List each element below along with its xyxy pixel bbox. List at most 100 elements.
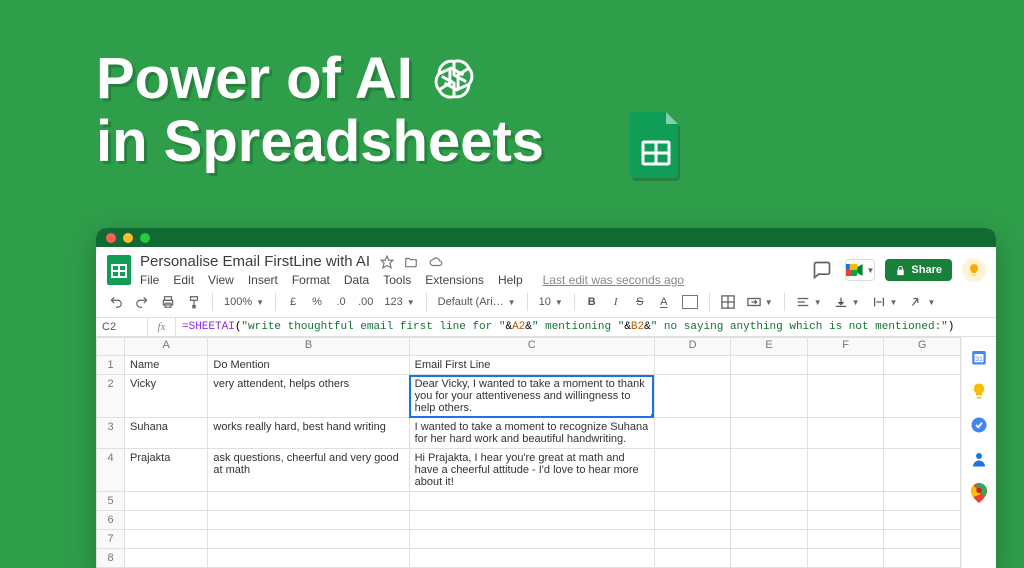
cell[interactable] <box>654 530 731 549</box>
cell[interactable] <box>654 492 731 511</box>
cell[interactable] <box>807 492 884 511</box>
cell[interactable] <box>884 511 961 530</box>
cell[interactable] <box>654 356 731 375</box>
row-header[interactable]: 3 <box>97 418 125 449</box>
name-box[interactable]: C2 <box>96 318 148 336</box>
cell[interactable] <box>409 549 654 568</box>
cell[interactable] <box>208 511 409 530</box>
menu-extensions[interactable]: Extensions <box>425 273 484 287</box>
select-all-corner[interactable] <box>97 338 125 356</box>
contacts-addon-icon[interactable] <box>969 449 989 469</box>
cell[interactable] <box>654 511 731 530</box>
cell[interactable] <box>807 449 884 492</box>
cell[interactable] <box>731 418 808 449</box>
keep-addon-icon[interactable] <box>969 381 989 401</box>
col-header-F[interactable]: F <box>807 338 884 356</box>
share-button[interactable]: Share <box>885 259 952 281</box>
cell[interactable] <box>654 549 731 568</box>
text-rotation-button[interactable]: ▼ <box>906 291 938 313</box>
col-header-E[interactable]: E <box>731 338 808 356</box>
cloud-status-icon[interactable] <box>428 255 444 269</box>
font-family-select[interactable]: Default (Ari…▼ <box>435 291 519 313</box>
borders-button[interactable] <box>718 291 738 313</box>
menu-view[interactable]: View <box>208 273 234 287</box>
cell[interactable] <box>125 549 208 568</box>
cell[interactable] <box>807 530 884 549</box>
cell[interactable]: Hi Prajakta, I hear you're great at math… <box>409 449 654 492</box>
meet-button[interactable]: ▼ <box>845 259 875 281</box>
cell[interactable] <box>409 492 654 511</box>
cell[interactable]: ask questions, cheerful and very good at… <box>208 449 409 492</box>
format-percent-button[interactable]: % <box>308 291 326 313</box>
window-minimize-button[interactable] <box>123 233 133 243</box>
spreadsheet-grid[interactable]: A B C D E F G 1 Name Do Mention Email Fi… <box>96 337 961 568</box>
col-header-D[interactable]: D <box>654 338 731 356</box>
menu-help[interactable]: Help <box>498 273 523 287</box>
cell[interactable] <box>807 549 884 568</box>
cell[interactable] <box>125 530 208 549</box>
sheetai-sidebar-icon[interactable] <box>962 258 986 282</box>
window-close-button[interactable] <box>106 233 116 243</box>
row-header[interactable]: 8 <box>97 549 125 568</box>
cell[interactable] <box>409 511 654 530</box>
menu-format[interactable]: Format <box>292 273 330 287</box>
cell[interactable]: Email First Line <box>409 356 654 375</box>
cell[interactable] <box>125 492 208 511</box>
number-format-select[interactable]: 123▼ <box>381 291 417 313</box>
cell[interactable]: Prajakta <box>125 449 208 492</box>
redo-icon[interactable] <box>132 291 152 313</box>
paint-format-icon[interactable] <box>184 291 204 313</box>
sheets-doc-icon[interactable] <box>106 253 132 287</box>
document-title[interactable]: Personalise Email FirstLine with AI <box>140 253 370 270</box>
undo-icon[interactable] <box>106 291 126 313</box>
cell[interactable] <box>208 549 409 568</box>
menu-edit[interactable]: Edit <box>173 273 194 287</box>
text-wrap-button[interactable]: ▼ <box>869 291 901 313</box>
zoom-select[interactable]: 100%▼ <box>221 291 267 313</box>
cell[interactable]: works really hard, best hand writing <box>208 418 409 449</box>
cell[interactable] <box>731 356 808 375</box>
menu-file[interactable]: File <box>140 273 159 287</box>
font-size-select[interactable]: 10▼ <box>536 291 566 313</box>
merge-cells-button[interactable]: ▼ <box>744 291 776 313</box>
row-header[interactable]: 4 <box>97 449 125 492</box>
cell[interactable] <box>884 418 961 449</box>
col-header-A[interactable]: A <box>125 338 208 356</box>
cell[interactable] <box>125 511 208 530</box>
cell[interactable] <box>807 375 884 418</box>
cell[interactable] <box>884 375 961 418</box>
menu-data[interactable]: Data <box>344 273 369 287</box>
star-icon[interactable] <box>380 255 394 269</box>
cell[interactable] <box>208 492 409 511</box>
cell[interactable] <box>731 530 808 549</box>
cell[interactable]: I wanted to take a moment to recognize S… <box>409 418 654 449</box>
col-header-C[interactable]: C <box>409 338 654 356</box>
window-zoom-button[interactable] <box>140 233 150 243</box>
cell[interactable] <box>731 375 808 418</box>
comment-history-icon[interactable] <box>809 257 835 283</box>
fill-color-button[interactable] <box>679 291 701 313</box>
cell[interactable] <box>884 492 961 511</box>
format-currency-button[interactable]: £ <box>284 291 302 313</box>
tasks-addon-icon[interactable] <box>969 415 989 435</box>
italic-button[interactable]: I <box>607 291 625 313</box>
cell[interactable]: Suhana <box>125 418 208 449</box>
move-folder-icon[interactable] <box>404 255 418 269</box>
cell[interactable] <box>731 492 808 511</box>
last-edit-link[interactable]: Last edit was seconds ago <box>543 273 684 287</box>
cell[interactable] <box>654 418 731 449</box>
col-header-B[interactable]: B <box>208 338 409 356</box>
col-header-G[interactable]: G <box>884 338 961 356</box>
row-header[interactable]: 5 <box>97 492 125 511</box>
text-color-button[interactable]: A <box>655 291 673 313</box>
formula-input[interactable]: =SHEETAI("write thoughtful email first l… <box>176 318 996 336</box>
calendar-addon-icon[interactable]: 31 <box>969 347 989 367</box>
cell-selected[interactable]: Dear Vicky, I wanted to take a moment to… <box>409 375 654 418</box>
row-header[interactable]: 2 <box>97 375 125 418</box>
cell[interactable] <box>807 418 884 449</box>
cell[interactable] <box>409 530 654 549</box>
row-header[interactable]: 1 <box>97 356 125 375</box>
row-header[interactable]: 6 <box>97 511 125 530</box>
cell[interactable] <box>654 375 731 418</box>
cell[interactable]: Do Mention <box>208 356 409 375</box>
